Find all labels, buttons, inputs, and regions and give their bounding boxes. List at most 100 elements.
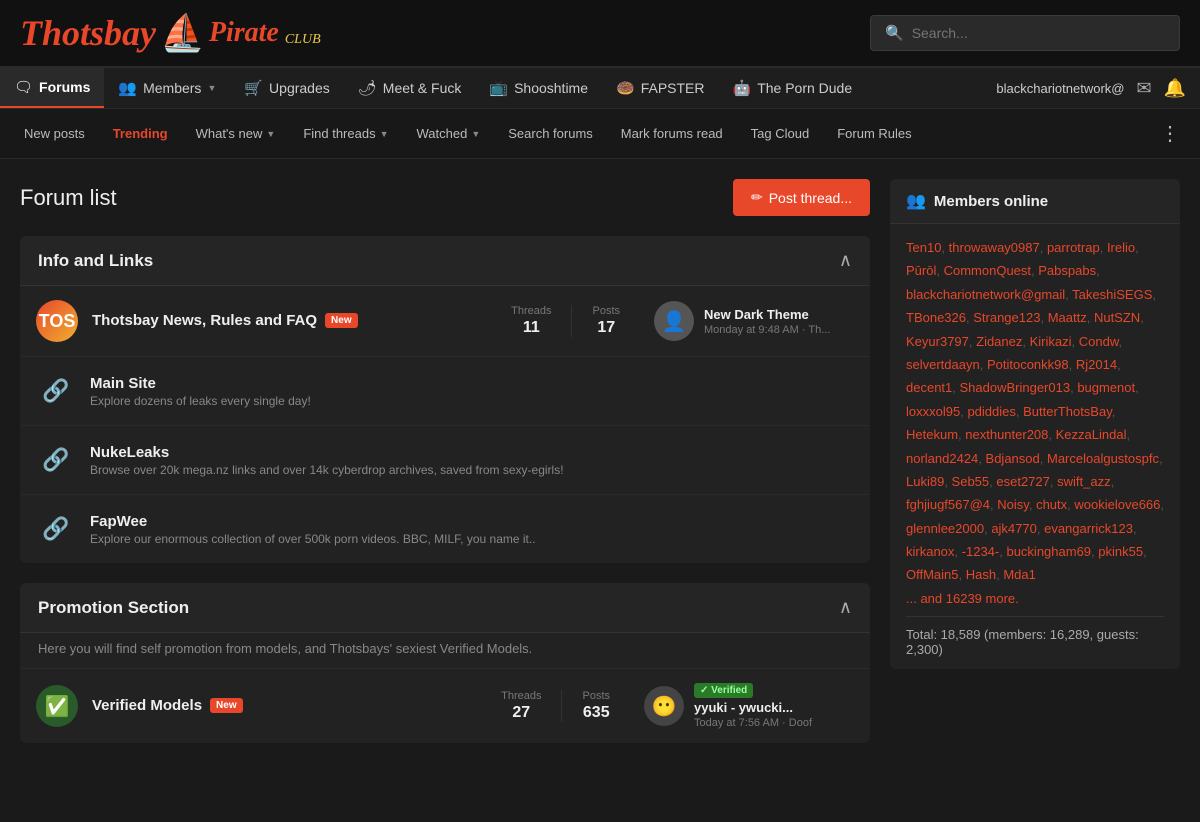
sub-nav-tag-cloud[interactable]: Tag Cloud <box>737 114 824 153</box>
member-separator: , <box>1135 240 1139 255</box>
member-link[interactable]: Marceloalgustospfc <box>1047 451 1159 466</box>
search-input[interactable] <box>912 25 1165 41</box>
nav-item-fapster[interactable]: 🍩 FAPSTER <box>602 69 718 107</box>
nav-item-members[interactable]: 👥 Members ▼ <box>104 69 230 107</box>
members-more[interactable]: ... and 16239 more. <box>906 591 1164 606</box>
member-link[interactable]: Pūrōl <box>906 263 936 278</box>
member-link[interactable]: OffMain5 <box>906 567 959 582</box>
member-link[interactable]: pdiddies <box>967 404 1015 419</box>
member-link[interactable]: Rj2014 <box>1076 357 1117 372</box>
link-desc-main-site: Explore dozens of leaks every single day… <box>90 394 311 408</box>
sub-nav-watched[interactable]: Watched ▼ <box>403 114 495 153</box>
member-link[interactable]: Hash <box>966 567 996 582</box>
link-name-main-site[interactable]: Main Site <box>90 375 311 392</box>
member-separator: , <box>941 240 948 255</box>
nav-item-shooshtime[interactable]: 📺 Shooshtime <box>475 69 602 107</box>
sub-nav-trending[interactable]: Trending <box>99 114 182 153</box>
member-link[interactable]: Bdjansod <box>986 451 1040 466</box>
member-link[interactable]: Irelio <box>1107 240 1135 255</box>
member-link[interactable]: Kirikazi <box>1030 334 1072 349</box>
member-link[interactable]: ShadowBringer013 <box>960 380 1071 395</box>
latest-meta-verified: Today at 7:56 AM · Doof <box>694 717 812 729</box>
member-link[interactable]: glennlee2000 <box>906 521 984 536</box>
member-separator: , <box>959 567 966 582</box>
members-online-content: Ten10, throwaway0987, parrotrap, Irelio,… <box>890 224 1180 669</box>
member-link[interactable]: fghjiugf567@4 <box>906 497 990 512</box>
latest-title-news[interactable]: New Dark Theme <box>704 307 830 322</box>
member-link[interactable]: norland2424 <box>906 451 978 466</box>
member-link[interactable]: Keyur3797 <box>906 334 969 349</box>
member-separator: , <box>1126 427 1130 442</box>
latest-title-verified[interactable]: yyuki - ywucki... <box>694 700 812 715</box>
nav-item-upgrades[interactable]: 🛒 Upgrades <box>230 69 343 107</box>
sub-nav-search-forums[interactable]: Search forums <box>494 114 607 153</box>
nav-item-meet-fuck[interactable]: 🌶 Meet & Fuck <box>344 69 476 107</box>
member-link[interactable]: parrotrap <box>1047 240 1100 255</box>
member-link[interactable]: TBone326 <box>906 310 966 325</box>
member-link[interactable]: kirkanox <box>906 544 954 559</box>
nav-item-porn-dude[interactable]: 🤖 The Porn Dude <box>719 69 867 107</box>
member-link[interactable]: TakeshiSEGS <box>1072 287 1152 302</box>
member-link[interactable]: blackchariotnetwork@gmail <box>906 287 1065 302</box>
mail-icon[interactable]: ✉ <box>1136 78 1151 99</box>
sub-nav-find-threads[interactable]: Find threads ▼ <box>289 114 402 153</box>
member-link[interactable]: eset2727 <box>996 474 1050 489</box>
member-link[interactable]: KezzaLindal <box>1056 427 1127 442</box>
member-link[interactable]: Zidanez <box>976 334 1022 349</box>
member-link[interactable]: Hetekum <box>906 427 958 442</box>
post-thread-button[interactable]: ✏ Post thread... <box>733 179 870 216</box>
link-name-nukeleaks[interactable]: NukeLeaks <box>90 444 564 461</box>
member-link[interactable]: Pabspabs <box>1038 263 1096 278</box>
sub-nav-whats-new[interactable]: What's new ▼ <box>182 114 290 153</box>
sub-nav-new-posts[interactable]: New posts <box>10 114 99 153</box>
member-link[interactable]: Mda1 <box>1003 567 1036 582</box>
member-separator: , <box>1029 497 1036 512</box>
member-link[interactable]: throwaway0987 <box>949 240 1040 255</box>
link-name-fapwee[interactable]: FapWee <box>90 513 536 530</box>
avatar-verified: 😶 <box>644 686 684 726</box>
member-link[interactable]: pkink55 <box>1098 544 1143 559</box>
member-link[interactable]: -1234- <box>962 544 1000 559</box>
sub-nav-mark-read[interactable]: Mark forums read <box>607 114 737 153</box>
sub-nav-more[interactable]: ⋮ <box>1150 109 1190 158</box>
member-link[interactable]: Strange123 <box>973 310 1040 325</box>
forum-name-news[interactable]: Thotsbay News, Rules and FAQ <box>92 312 317 329</box>
member-link[interactable]: CommonQuest <box>944 263 1031 278</box>
info-links-toggle-icon[interactable]: ∧ <box>839 250 852 271</box>
sub-nav-forum-rules[interactable]: Forum Rules <box>823 114 925 153</box>
forum-list: Forum list ✏ Post thread... Info and Lin… <box>20 179 870 763</box>
member-link[interactable]: buckingham69 <box>1006 544 1091 559</box>
forum-name-verified[interactable]: Verified Models <box>92 697 202 714</box>
member-link[interactable]: loxxxol95 <box>906 404 960 419</box>
member-link[interactable]: Noisy <box>997 497 1029 512</box>
member-separator: , <box>1100 240 1107 255</box>
member-link[interactable]: evangarrick123 <box>1044 521 1133 536</box>
member-link[interactable]: bugmenot <box>1077 380 1135 395</box>
promotion-desc: Here you will find self promotion from m… <box>20 633 870 668</box>
member-separator: , <box>978 451 985 466</box>
member-link[interactable]: ajk4770 <box>991 521 1037 536</box>
members-online-section: 👥 Members online Ten10, throwaway0987, p… <box>890 179 1180 669</box>
member-link[interactable]: ButterThotsBay <box>1023 404 1112 419</box>
member-link[interactable]: Luki89 <box>906 474 944 489</box>
member-link[interactable]: Condw <box>1079 334 1119 349</box>
member-link[interactable]: Potitoconkk98 <box>987 357 1069 372</box>
badge-new-news: New <box>325 313 358 328</box>
member-link[interactable]: Ten10 <box>906 240 941 255</box>
promotion-toggle-icon[interactable]: ∧ <box>839 597 852 618</box>
member-link[interactable]: nexthunter208 <box>965 427 1048 442</box>
member-link[interactable]: chutx <box>1036 497 1067 512</box>
logo-pirate-text: Pirate <box>209 17 279 49</box>
member-link[interactable]: wookielove666 <box>1074 497 1160 512</box>
bell-icon[interactable]: 🔔 <box>1164 78 1186 99</box>
forum-stats-news: Threads 11 Posts 17 <box>491 305 640 337</box>
member-link[interactable]: Maattz <box>1048 310 1087 325</box>
member-separator: , <box>936 263 943 278</box>
nav-item-forums[interactable]: 🗨 Forums <box>0 68 104 108</box>
member-link[interactable]: decent1 <box>906 380 952 395</box>
member-link[interactable]: NutSZN <box>1094 310 1140 325</box>
member-link[interactable]: Seb55 <box>952 474 990 489</box>
member-link[interactable]: selvertdaayn <box>906 357 980 372</box>
member-link[interactable]: swift_azz <box>1057 474 1110 489</box>
link-row-fapwee: 🔗 FapWee Explore our enormous collection… <box>20 495 870 563</box>
